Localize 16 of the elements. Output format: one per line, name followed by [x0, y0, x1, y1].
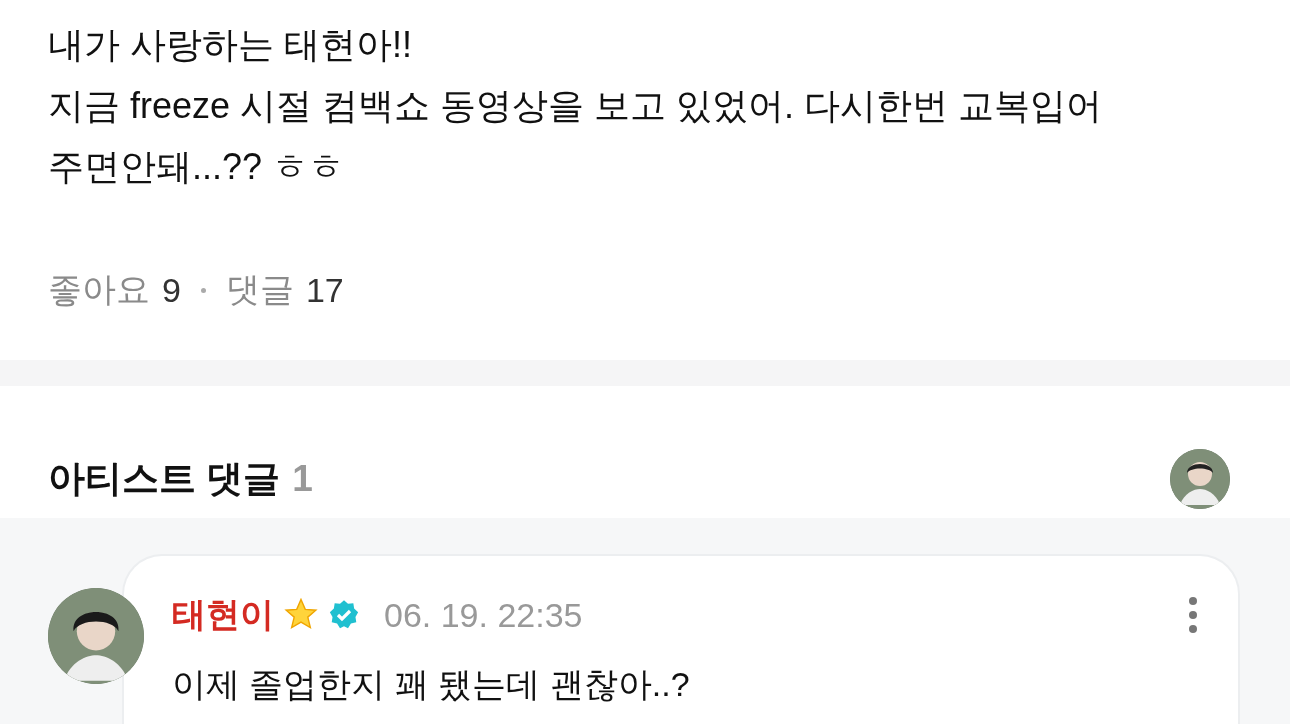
stat-count: 9: [162, 270, 181, 310]
separator-dot: [200, 287, 206, 293]
stat-count: 17: [305, 270, 344, 310]
avatar-icon[interactable]: [48, 588, 144, 684]
stat-label: 댓글: [225, 269, 294, 310]
star-icon: [284, 598, 318, 632]
comment-text: 이제 졸업한지 꽤 됐는데 괜찮아..?: [172, 664, 691, 705]
avatar-icon[interactable]: [1170, 449, 1230, 509]
comment-date: 06. 19. 22:35: [384, 595, 583, 635]
post-text: 내가 사랑하는 태현아!!: [48, 23, 413, 67]
stat-label: 좋아요: [48, 269, 150, 310]
section-count: 1: [292, 458, 313, 499]
more-icon[interactable]: [1188, 596, 1198, 634]
comment-author: 태현이: [172, 594, 274, 635]
post-text: 지금 freeze 시절 컴백쇼 동영상을 보고 있었어. 다시한번 교복입어 주면안돼...?? ㅎㅎ: [48, 84, 1104, 189]
section-title: 아티스트 댓글: [48, 458, 281, 499]
